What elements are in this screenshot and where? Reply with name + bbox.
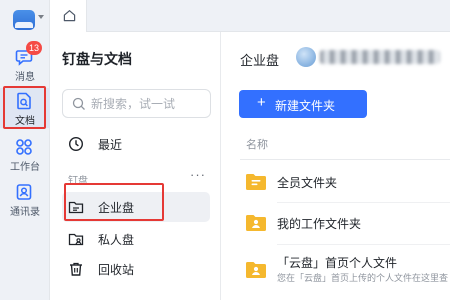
- search-box[interactable]: [62, 89, 211, 118]
- file-name: 「云盘」首页个人文件: [277, 256, 398, 270]
- rail-item-messages[interactable]: 13 消息: [0, 41, 50, 84]
- highlight-box-docs: [3, 86, 46, 129]
- drive-content: 企业盘 + 新建文件夹 名称 全员文件夹 我的工作文件夹 「云盘」首页个人文件: [222, 32, 450, 300]
- workspace-logo-icon[interactable]: [13, 10, 35, 30]
- file-name: 我的工作文件夹: [277, 217, 362, 231]
- search-icon: [72, 97, 85, 110]
- plus-icon: +: [257, 94, 266, 111]
- drive-sidebar: 钉盘与文档 最近 钉盘 ··· 企业盘 私人盘: [51, 32, 221, 300]
- unread-badge: 13: [26, 41, 43, 55]
- user-folder-icon: [246, 262, 266, 278]
- contacts-icon: [16, 184, 32, 200]
- private-drive-icon: [68, 233, 84, 246]
- rail-label-workbench: 工作台: [10, 162, 40, 173]
- new-folder-label: 新建文件夹: [275, 99, 336, 113]
- chevron-down-icon[interactable]: [38, 15, 44, 19]
- rail-item-contacts[interactable]: 通讯录: [0, 179, 50, 219]
- rail-label-contacts: 通讯录: [10, 207, 40, 218]
- column-header-name[interactable]: 名称: [246, 136, 268, 152]
- rail-item-workbench[interactable]: 工作台: [0, 134, 50, 174]
- shared-folder-icon: [246, 174, 266, 190]
- sidebar-item-label: 最近: [98, 138, 123, 152]
- clock-icon: [68, 136, 84, 152]
- file-description: 您在「云盘」首页上传的个人文件在这里查: [277, 273, 449, 283]
- file-row[interactable]: 我的工作文件夹: [240, 203, 450, 243]
- tab-home[interactable]: [51, 0, 87, 32]
- sidebar-item-trash[interactable]: 回收站: [62, 254, 210, 284]
- org-avatar: [296, 47, 316, 67]
- sidebar-item-recent[interactable]: 最近: [62, 129, 210, 159]
- user-folder-icon: [246, 215, 266, 231]
- new-folder-button[interactable]: + 新建文件夹: [239, 90, 367, 118]
- more-options-button[interactable]: ···: [190, 167, 206, 182]
- file-row[interactable]: 全员文件夹: [240, 162, 450, 202]
- sidebar-title: 钉盘与文档: [62, 51, 132, 67]
- app-rail: 13 消息 文档 工作台 通讯录: [0, 0, 50, 300]
- trash-icon: [70, 262, 82, 276]
- rail-label-messages: 消息: [15, 72, 35, 83]
- sidebar-item-label: 回收站: [98, 263, 135, 277]
- apps-grid-icon: [16, 139, 32, 155]
- file-name: 全员文件夹: [277, 176, 338, 190]
- file-row[interactable]: 「云盘」首页个人文件 您在「云盘」首页上传的个人文件在这里查: [240, 250, 450, 290]
- divider: [240, 159, 450, 160]
- sidebar-item-private-drive[interactable]: 私人盘: [62, 224, 210, 254]
- divider: [277, 244, 450, 245]
- home-icon: [63, 10, 76, 22]
- sidebar-item-label: 私人盘: [98, 233, 135, 247]
- search-input[interactable]: [91, 95, 206, 113]
- highlight-box-enterprise-drive: [64, 183, 164, 221]
- tab-strip: [51, 0, 450, 32]
- org-name-redacted: [320, 50, 440, 64]
- page-title: 企业盘: [240, 53, 280, 68]
